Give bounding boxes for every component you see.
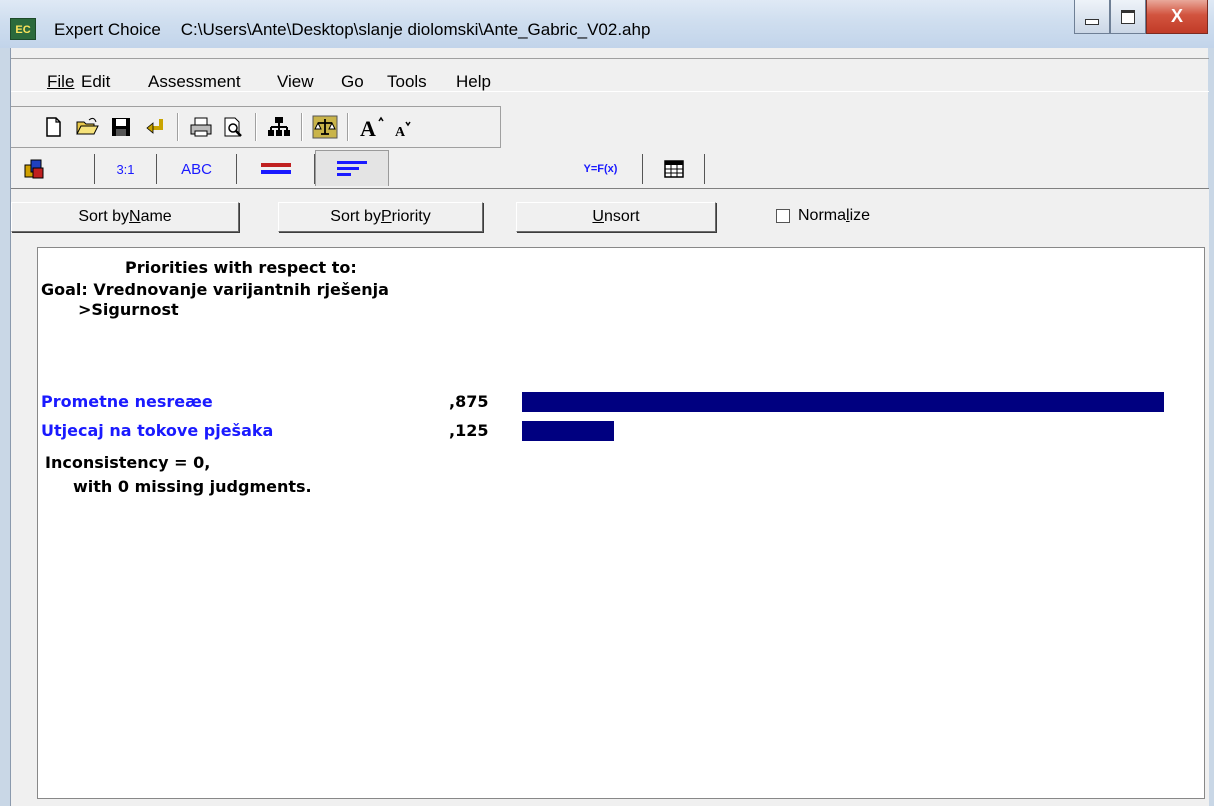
save-button[interactable] [107,113,135,141]
table-grid-icon [663,160,684,178]
toolbar-separator [347,113,349,141]
menu-help[interactable]: Help [456,72,491,92]
item-value-1: ,875 [449,392,489,411]
priorities-header: Priorities with respect to: [125,258,357,277]
printer-icon [190,117,212,137]
tab-pairwise-verbal[interactable]: ABC [157,154,237,184]
menu-view[interactable]: View [277,72,314,92]
minimize-icon [1085,18,1099,25]
scale-icon [312,115,338,139]
tab-pairwise-numerical[interactable]: 3:1 [95,154,157,184]
tab-data-grid[interactable] [21,154,95,184]
save-icon [112,118,130,136]
file-path: C:\Users\Ante\Desktop\slanje diolomski\A… [180,20,651,39]
menu-tools[interactable]: Tools [387,72,427,92]
priorities-panel: Sort by Name Sort by Priority Unsort Nor… [11,188,1209,806]
priority-bar-1 [522,392,1164,412]
font-smaller-button[interactable]: A [389,113,417,141]
menu-go[interactable]: Go [341,72,364,92]
hierarchy-icon [268,117,290,136]
undo-arrow-icon [146,119,163,134]
menu-edit[interactable]: Edit [81,72,110,92]
svg-text:A: A [395,125,406,139]
tab-table[interactable] [643,154,705,184]
model-cubes-icon [24,159,44,179]
close-icon: X [1170,6,1183,26]
results-area: Priorities with respect to: Goal: Vredno… [37,247,1205,799]
print-preview-icon [224,117,242,137]
item-label-1: Prometne nesreæe [41,392,213,411]
font-increase-icon: A [360,116,384,139]
sort-by-name-button[interactable]: Sort by Name [11,202,239,232]
toolbar-separator [177,113,179,141]
normalize-label: Normalize [798,207,871,224]
open-folder-icon [76,117,99,135]
print-preview-button[interactable] [219,113,247,141]
font-larger-button[interactable]: A [357,113,385,141]
maximize-button[interactable] [1110,0,1146,34]
normalize-checkbox[interactable] [776,209,790,223]
inconsistency-text: Inconsistency = 0, [45,453,211,472]
close-button[interactable]: X [1146,0,1208,34]
new-file-icon [46,117,61,137]
hierarchy-button[interactable] [265,113,293,141]
sort-by-priority-button[interactable]: Sort by Priority [278,202,483,232]
item-value-2: ,125 [449,421,489,440]
sorted-bars-icon [337,160,367,176]
font-decrease-icon: A [395,121,411,139]
menu-bar: File Edit Assessment View Go Tools Help [11,58,1209,92]
window-title: Expert Choice C:\Users\Ante\Desktop\slanj… [54,20,650,40]
client-area: File Edit Assessment View Go Tools Help [10,48,1209,806]
normalize-checkbox-group[interactable]: Normalize [776,207,870,225]
minimize-button[interactable] [1074,0,1110,34]
missing-judgments-text: with 0 missing judgments. [73,477,312,496]
tab-priorities[interactable] [315,150,389,186]
toolbar-separator [255,113,257,141]
assessment-button[interactable] [311,113,339,141]
app-name: Expert Choice [54,20,161,39]
maximize-icon [1121,9,1135,24]
tab-formula[interactable]: Y=F(x) [559,154,643,184]
view-tab-strip: 3:1 ABC Y=F(x) [11,148,1209,188]
menu-file[interactable]: File [47,72,74,92]
tab-pairwise-graphical[interactable] [237,154,315,184]
open-folder-button[interactable] [73,113,101,141]
new-file-button[interactable] [39,113,67,141]
toolbar: A A [11,106,501,148]
priority-bar-2 [522,421,614,441]
app-icon: EC [10,18,36,40]
node-label: >Sigurnost [78,300,179,319]
title-bar: EC Expert Choice C:\Users\Ante\Desktop\sl… [0,0,1214,48]
item-label-2: Utjecaj na tokove pješaka [41,421,274,440]
unsort-button[interactable]: Unsort [516,202,716,232]
menu-assessment[interactable]: Assessment [148,72,241,92]
goal-label: Goal: Vrednovanje varijantnih rješenja [41,280,389,299]
print-button[interactable] [187,113,215,141]
toolbar-separator [301,113,303,141]
undo-button[interactable] [141,113,169,141]
window-controls: X [1074,0,1208,34]
graphical-bars-icon [260,163,291,174]
svg-text:A: A [360,116,376,139]
